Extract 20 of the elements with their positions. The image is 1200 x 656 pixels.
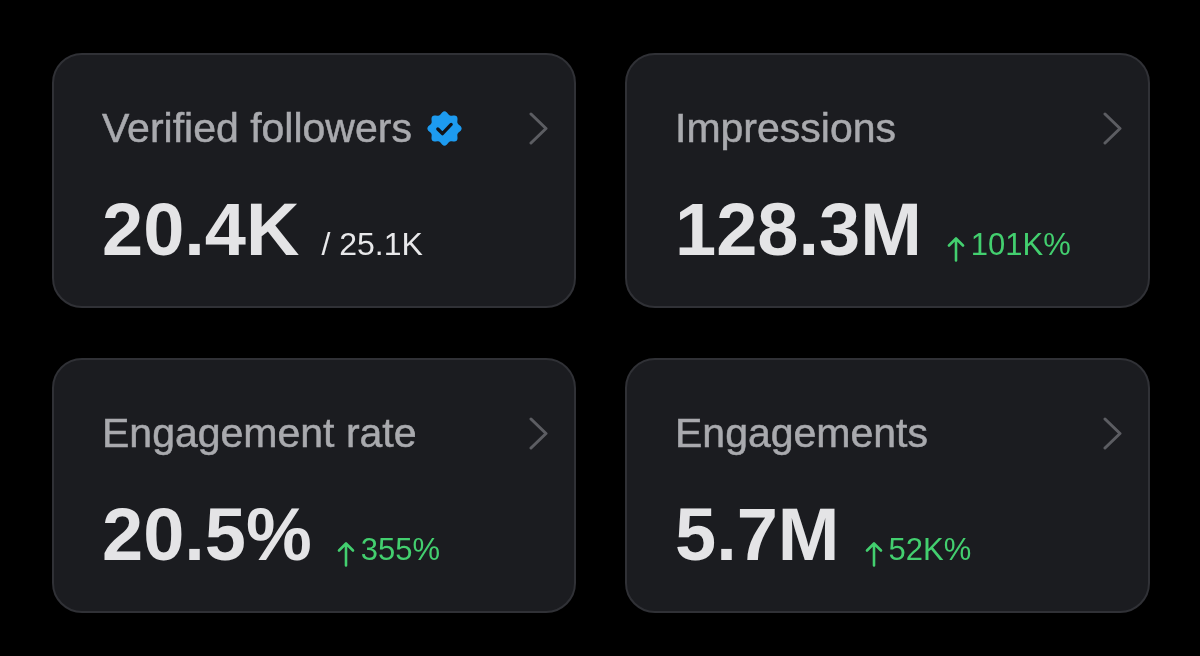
card-title: Verified followers [102,105,412,151]
chevron-right-icon [529,416,548,450]
stat-card[interactable]: Impressions 128.3M 101K% [625,53,1150,308]
metric-value: 20.5% [102,499,312,571]
metric-value: 128.3M [675,194,922,266]
chevron-right-icon [529,111,548,145]
stat-card[interactable]: Engagements 5.7M 52K% [625,358,1150,613]
metric-value: 20.4K [102,194,300,266]
change-percent: 52K% [888,532,972,568]
change-percent: 355% [360,532,441,568]
chevron-right-icon [1103,111,1122,145]
total-value: / 25.1K [321,226,423,263]
metric-value: 5.7M [675,499,840,571]
card-title: Engagement rate [102,410,417,456]
stat-card[interactable]: Verified followers 20.4K / 25.1K [52,53,576,308]
stat-card[interactable]: Engagement rate 20.5% 355% [52,358,576,613]
card-title: Engagements [675,410,928,456]
chevron-right-icon [1103,416,1122,450]
card-title: Impressions [675,105,896,151]
change-percent: 101K% [970,227,1071,263]
